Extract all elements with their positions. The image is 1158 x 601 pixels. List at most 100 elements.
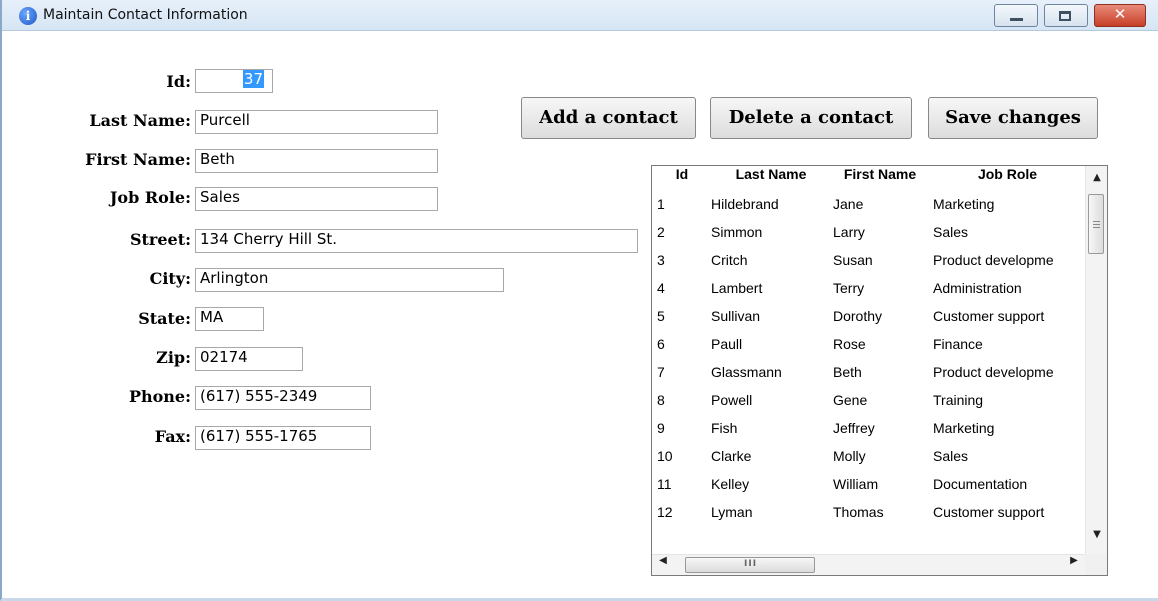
cell-id: 12 <box>657 504 673 520</box>
info-icon: i <box>19 7 37 25</box>
cell-id: 2 <box>657 224 665 240</box>
cell-last-name: Kelley <box>711 476 750 492</box>
cell-first-name: Terry <box>833 280 865 296</box>
cell-job-role: Marketing <box>933 196 995 212</box>
cell-id: 7 <box>657 364 665 380</box>
contacts-table[interactable]: Id Last Name First Name Job Role 1 Hildeb… <box>651 165 1108 576</box>
contact-window: i Maintain Contact Information ✕ Id: 3 7 … <box>0 0 1158 601</box>
cell-last-name: Fish <box>711 420 738 436</box>
cell-id: 5 <box>657 308 665 324</box>
cell-id: 10 <box>657 448 673 464</box>
job-role-field[interactable]: Sales <box>195 187 438 211</box>
cell-job-role: Documentation <box>933 476 1028 492</box>
minimize-icon <box>1010 18 1023 21</box>
cell-last-name: Simmon <box>711 224 763 240</box>
table-row[interactable]: 6 Paull Rose Finance <box>652 336 1085 364</box>
state-field[interactable]: MA <box>195 307 264 331</box>
fax-field[interactable]: (617) 555-1765 <box>195 426 371 450</box>
table-row[interactable]: 11 Kelley William Documentation <box>652 476 1085 504</box>
last-name-field[interactable]: Purcell <box>195 110 438 134</box>
title-bar[interactable]: i Maintain Contact Information ✕ <box>2 0 1158 31</box>
cell-first-name: Jane <box>833 196 864 212</box>
id-label: Id: <box>166 72 191 91</box>
cell-first-name: Gene <box>833 392 868 408</box>
table-row[interactable]: 10 Clarke Molly Sales <box>652 448 1085 476</box>
cell-job-role: Finance <box>933 336 983 352</box>
table-header: Id Last Name First Name Job Role <box>652 166 1085 194</box>
cell-first-name: Thomas <box>833 504 884 520</box>
cell-last-name: Powell <box>711 392 753 408</box>
cell-job-role: Training <box>933 392 984 408</box>
maximize-icon <box>1059 11 1071 21</box>
state-label: State: <box>138 309 191 328</box>
last-name-label: Last Name: <box>89 111 191 130</box>
city-field[interactable]: Arlington <box>195 268 504 292</box>
cell-id: 4 <box>657 280 665 296</box>
delete-contact-button[interactable]: Delete a contact <box>710 97 912 139</box>
cell-job-role: Customer support <box>933 308 1045 324</box>
table-row[interactable]: 1 Hildebrand Jane Marketing <box>652 196 1085 224</box>
cell-job-role: Product developme <box>933 364 1054 380</box>
vertical-scrollbar[interactable]: ▲ ▼ <box>1085 166 1107 554</box>
street-field[interactable]: 134 Cherry Hill St. <box>195 229 638 253</box>
cell-first-name: Jeffrey <box>833 420 875 436</box>
city-label: City: <box>149 269 191 288</box>
grip-icon: III <box>744 559 758 569</box>
cell-job-role: Marketing <box>933 420 995 436</box>
cell-last-name: Clarke <box>711 448 752 464</box>
phone-label: Phone: <box>128 387 191 406</box>
column-header-first-name[interactable]: First Name <box>830 166 930 194</box>
table-row[interactable]: 3 Critch Susan Product developme <box>652 252 1085 280</box>
cell-id: 1 <box>657 196 665 212</box>
table-row[interactable]: 2 Simmon Larry Sales <box>652 224 1085 252</box>
scroll-up-icon[interactable]: ▲ <box>1086 172 1107 192</box>
cell-last-name: Critch <box>711 252 748 268</box>
cell-id: 8 <box>657 392 665 408</box>
fax-label: Fax: <box>154 427 191 446</box>
cell-first-name: Dorothy <box>833 308 883 324</box>
cell-id: 3 <box>657 252 665 268</box>
horizontal-scrollbar[interactable]: ◀ III ▶ <box>652 554 1085 575</box>
add-contact-button[interactable]: Add a contact <box>521 97 696 139</box>
cell-first-name: Molly <box>833 448 866 464</box>
minimize-button[interactable] <box>994 4 1038 27</box>
cell-first-name: Susan <box>833 252 873 268</box>
cell-last-name: Glassmann <box>711 364 782 380</box>
table-row[interactable]: 8 Powell Gene Training <box>652 392 1085 420</box>
cell-last-name: Hildebrand <box>711 196 779 212</box>
close-button[interactable]: ✕ <box>1094 4 1146 27</box>
save-changes-button[interactable]: Save changes <box>928 97 1098 139</box>
scroll-down-icon[interactable]: ▼ <box>1086 529 1107 549</box>
column-header-id[interactable]: Id <box>652 166 712 194</box>
cell-last-name: Lambert <box>711 280 763 296</box>
scroll-left-icon[interactable]: ◀ <box>652 555 674 575</box>
street-label: Street: <box>129 230 191 249</box>
horizontal-scroll-thumb[interactable]: III <box>685 557 815 573</box>
cell-first-name: Larry <box>833 224 865 240</box>
cell-job-role: Sales <box>933 448 969 464</box>
table-row[interactable]: 12 Lyman Thomas Customer support <box>652 504 1085 532</box>
zip-field[interactable]: 02174 <box>195 347 303 371</box>
table-row[interactable]: 7 Glassmann Beth Product developme <box>652 364 1085 392</box>
cell-first-name: William <box>833 476 879 492</box>
job-role-label: Job Role: <box>109 188 191 207</box>
vertical-scroll-thumb[interactable] <box>1088 194 1104 254</box>
table-row[interactable]: 5 Sullivan Dorothy Customer support <box>652 308 1085 336</box>
column-header-job-role[interactable]: Job Role <box>930 166 1085 194</box>
grip-icon <box>1093 221 1100 228</box>
column-header-last-name[interactable]: Last Name <box>712 166 830 194</box>
id-value: 37 <box>242 70 264 88</box>
maximize-button[interactable] <box>1044 4 1088 27</box>
table-row[interactable]: 9 Fish Jeffrey Marketing <box>652 420 1085 448</box>
scroll-right-icon[interactable]: ▶ <box>1063 555 1085 575</box>
cell-last-name: Sullivan <box>711 308 761 324</box>
table-row[interactable]: 4 Lambert Terry Administration <box>652 280 1085 308</box>
first-name-field[interactable]: Beth <box>195 149 438 173</box>
scroll-corner <box>1085 554 1107 575</box>
phone-field[interactable]: (617) 555-2349 <box>195 386 371 410</box>
cell-id: 9 <box>657 420 665 436</box>
id-field[interactable]: 37 <box>195 69 273 93</box>
cell-last-name: Paull <box>711 336 743 352</box>
first-name-label: First Name: <box>85 150 191 169</box>
cell-job-role: Customer support <box>933 504 1045 520</box>
